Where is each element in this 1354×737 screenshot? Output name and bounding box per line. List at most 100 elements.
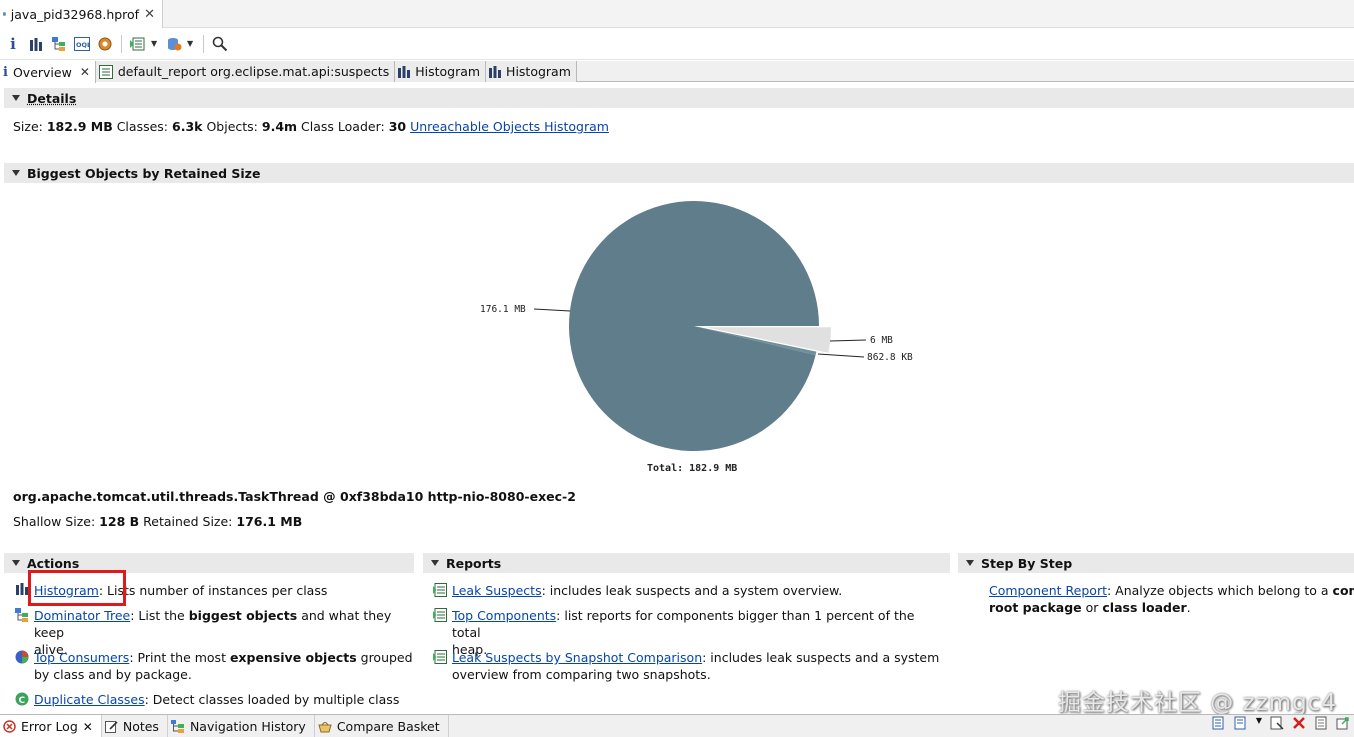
objects-count: 9.4m: [261, 119, 298, 134]
delete-log-icon[interactable]: [1292, 716, 1306, 730]
tab-histogram-2[interactable]: Histogram: [486, 61, 577, 82]
import-log-icon[interactable]: [1234, 716, 1248, 730]
navigation-history-icon: [170, 720, 184, 733]
top-consumers-icon: [15, 649, 29, 683]
notes-icon: [104, 721, 118, 733]
heap-dump-overview-icon[interactable]: [95, 33, 115, 55]
toolbar-separator: [121, 34, 122, 53]
unreachable-objects-histogram-link[interactable]: Unreachable Objects Histogram: [410, 119, 609, 134]
histogram-icon[interactable]: [26, 33, 46, 55]
pie-label-medium: 6 MB: [870, 335, 893, 346]
open-log-icon[interactable]: [1314, 716, 1328, 730]
bottom-view-toolbar: ▼: [1212, 716, 1350, 730]
report-snapshot-comparison: Leak Suspects by Snapshot Comparison: in…: [433, 649, 943, 683]
top-consumers-link[interactable]: Top Consumers: [34, 650, 129, 665]
watermark-text: 掘金技术社区 @ zzmgc4: [1058, 690, 1338, 716]
action-top-consumers: Top Consumers: Print the most expensive …: [15, 649, 415, 683]
view-menu-dropdown-icon[interactable]: ▼: [1256, 716, 1262, 730]
error-log-icon: [3, 720, 16, 733]
collapse-triangle-icon: [12, 95, 20, 101]
selected-object-sizes: Shallow Size: 128 B Retained Size: 176.1…: [13, 514, 303, 529]
tab-label: Histogram: [415, 64, 481, 79]
run-report-icon[interactable]: [128, 33, 148, 55]
toolbar: i OQL ▼ ▼: [0, 28, 1354, 60]
svg-text:OQL: OQL: [76, 41, 90, 49]
duplicate-classes-link[interactable]: Duplicate Classes: [34, 692, 145, 707]
collapse-triangle-icon: [12, 170, 20, 176]
heap-size: 182.9 MB: [46, 119, 113, 134]
collapse-triangle-icon: [966, 560, 974, 566]
reports-section-header[interactable]: Reports: [423, 553, 950, 573]
collapse-triangle-icon: [12, 560, 20, 566]
component-report-link[interactable]: Component Report: [989, 583, 1107, 598]
histogram-icon: [398, 65, 411, 78]
restore-log-icon[interactable]: [1336, 716, 1350, 730]
actions-heading: Actions: [27, 555, 80, 571]
histogram-icon: [489, 65, 502, 78]
details-summary: Size: 182.9 MB Classes: 6.3k Objects: 9.…: [13, 119, 609, 134]
step-by-step-section-header[interactable]: Step By Step: [958, 553, 1354, 573]
editor-page-tabs: i Overview ✕ default_report org.eclipse.…: [0, 61, 1354, 83]
svg-text:C: C: [19, 696, 26, 706]
bottom-view-tabs: Error Log ✕ Notes Navigation History Com…: [0, 714, 1354, 737]
error-log-close-icon[interactable]: ✕: [83, 720, 93, 734]
tab-label: Histogram: [506, 64, 571, 79]
tab-notes[interactable]: Notes: [102, 715, 168, 737]
compare-basket-icon: [318, 722, 332, 733]
report-icon: [98, 64, 113, 79]
tab-error-log[interactable]: Error Log ✕: [0, 715, 102, 737]
database-icon: [3, 12, 6, 16]
export-log-icon[interactable]: [1212, 716, 1226, 730]
histogram-highlight-box: [28, 570, 126, 606]
tab-histogram-1[interactable]: Histogram: [395, 61, 487, 82]
duplicate-classes-icon: C: [15, 691, 29, 708]
search-icon[interactable]: [210, 33, 230, 55]
leak-suspects-link[interactable]: Leak Suspects: [452, 583, 542, 598]
toolbar-separator: [203, 34, 204, 53]
step-by-step-heading: Step By Step: [981, 555, 1073, 571]
pie-leader-large: [533, 308, 571, 312]
tab-label: Overview: [12, 64, 72, 80]
pie-slice-large[interactable]: [569, 200, 819, 451]
tab-default-report[interactable]: default_report org.eclipse.mat.api:suspe…: [95, 61, 396, 82]
leak-suspects-comparison-link[interactable]: Leak Suspects by Snapshot Comparison: [452, 650, 702, 665]
editor-tab-close-icon[interactable]: ✕: [144, 7, 155, 22]
run-report-dropdown-icon[interactable]: ▼: [151, 39, 161, 48]
action-duplicate-classes: C Duplicate Classes: Detect classes load…: [15, 691, 415, 708]
dominator-tree-icon[interactable]: [49, 33, 69, 55]
query-browser-dropdown-icon[interactable]: ▼: [187, 39, 197, 48]
biggest-objects-heading: Biggest Objects by Retained Size: [27, 165, 261, 181]
pie-total-label: Total: 182.9 MB: [647, 463, 738, 474]
selected-object-name: org.apache.tomcat.util.threads.TaskThrea…: [13, 489, 576, 504]
pie-label-small: 862.8 KB: [867, 352, 913, 363]
top-components-link[interactable]: Top Components: [452, 608, 556, 623]
step-component-report: Component Report: Analyze objects which …: [989, 583, 1354, 615]
editor-tab-hprof[interactable]: java_pid32968.hprof ✕: [0, 0, 163, 28]
classes-count: 6.3k: [172, 119, 203, 134]
details-section-header[interactable]: Details: [4, 88, 1354, 108]
reports-heading: Reports: [446, 555, 502, 571]
editor-tab-title: java_pid32968.hprof: [10, 6, 140, 22]
clear-log-icon[interactable]: [1270, 716, 1284, 730]
oql-icon[interactable]: OQL: [72, 33, 92, 55]
report-leak-suspects: Leak Suspects: includes leak suspects an…: [433, 582, 943, 599]
tab-navigation-history[interactable]: Navigation History: [168, 715, 315, 737]
pie-leader-medium: [829, 339, 867, 342]
editor-tab-bar: java_pid32968.hprof ✕: [0, 0, 1354, 28]
details-heading: Details: [27, 90, 77, 106]
pie-leader-small: [817, 353, 865, 358]
biggest-objects-section-header[interactable]: Biggest Objects by Retained Size: [4, 163, 1354, 183]
tab-compare-basket[interactable]: Compare Basket: [315, 715, 449, 737]
report-icon: [433, 582, 447, 599]
info-icon[interactable]: i: [3, 33, 23, 55]
report-icon: [433, 649, 447, 683]
tab-overview[interactable]: i Overview ✕: [0, 61, 96, 83]
dominator-tree-link[interactable]: Dominator Tree: [34, 608, 130, 623]
tab-close-icon[interactable]: ✕: [80, 65, 90, 79]
class-loader-count: 30: [388, 119, 407, 134]
retained-size-pie-chart[interactable]: [0, 190, 1354, 455]
shallow-size: 128 B: [99, 514, 140, 529]
query-browser-icon[interactable]: [164, 33, 184, 55]
histogram-icon: [15, 582, 29, 599]
pie-label-big: 176.1 MB: [480, 304, 526, 315]
